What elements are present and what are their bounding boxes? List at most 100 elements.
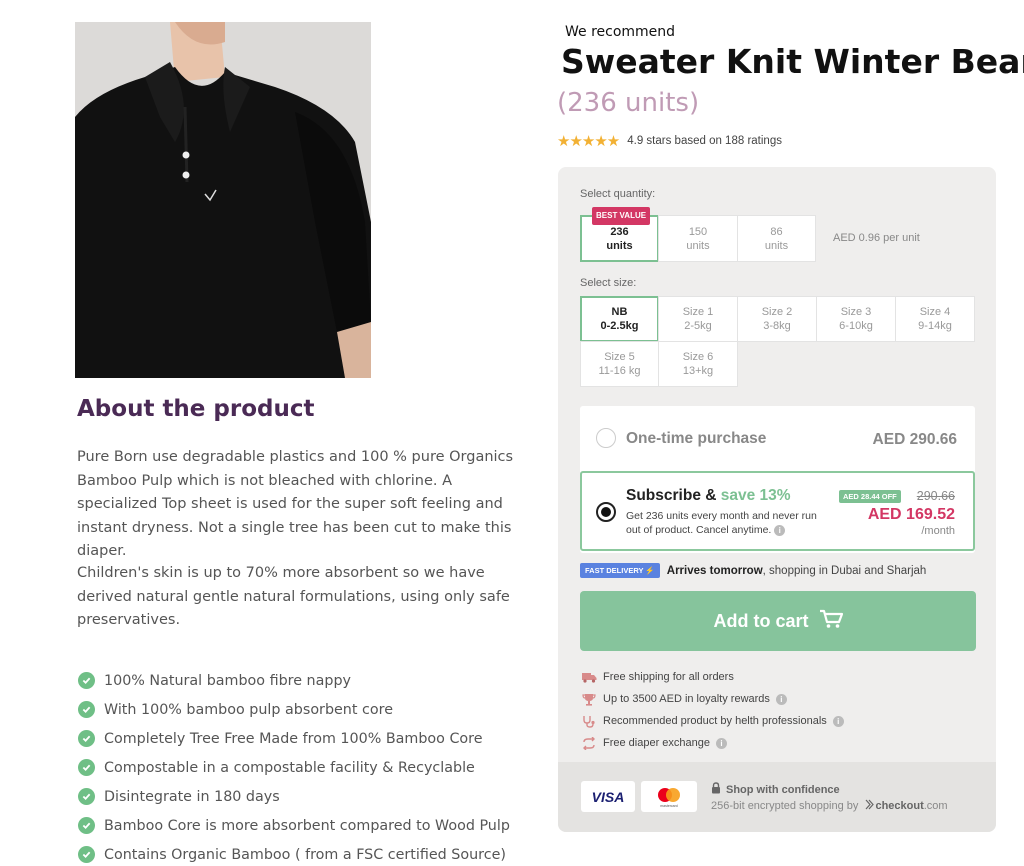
feature-text: Completely Tree Free Made from 100% Bamb… [104,730,483,747]
feature-text: Compostable in a compostable facility & … [104,759,475,776]
size-option-2[interactable]: Size 2 3-8kg [737,296,817,342]
quantity-value: 236 [610,225,629,238]
info-icon[interactable]: i [775,693,787,705]
rating-text: 4.9 stars based on 188 ratings [627,135,782,147]
old-price: 290.66 [916,489,955,503]
size-name: Size 6 [682,351,714,363]
size-name: Size 2 [761,306,793,318]
subscribe-description: Get 236 units every month and never run … [626,509,826,537]
trophy-icon [581,692,597,706]
perk-item: Free shipping for all orders [581,666,844,688]
visa-logo: VISA [581,781,635,812]
check-icon [78,730,95,747]
add-to-cart-button[interactable]: Add to cart [580,591,976,651]
feature-item: Bamboo Core is more absorbent compared t… [78,811,510,840]
subscribe-radio[interactable] [596,502,616,522]
product-title: Sweater Knit Winter Bear [561,42,1024,81]
shop-confidence-title: Shop with confidence [726,783,840,796]
delivery-bold: Arrives tomorrow [666,564,763,577]
size-option-4[interactable]: Size 4 9-14kg [895,296,975,342]
perk-item: Free diaper exchange i [581,732,844,754]
size-option-1[interactable]: Size 1 2-5kg [658,296,738,342]
feature-text: Disintegrate in 180 days [104,788,280,805]
about-title: About the product [77,396,315,422]
size-option-3[interactable]: Size 3 6-10kg [816,296,896,342]
feature-item: Disintegrate in 180 days [78,782,510,811]
size-option-6[interactable]: Size 6 13+kg [658,341,738,387]
size-range: 9-14kg [918,320,952,332]
star-rating-icon: ★★★★★ [557,133,620,150]
checkout-tld: .com [923,800,948,812]
perk-text: Recommended product by helth professiona… [603,715,827,727]
onetime-price: AED 290.66 [872,431,957,448]
subscribe-desc-text: Get 236 units every month and never run … [626,510,817,536]
feature-item: 100% Natural bamboo fibre nappy [78,666,510,695]
size-range: 13+kg [682,365,714,377]
subscribe-save: save 13% [720,487,791,504]
size-option-nb[interactable]: NB 0-2.5kg [580,296,659,342]
check-icon [78,759,95,776]
size-name: Size 4 [919,306,951,318]
check-icon [78,672,95,689]
product-image [75,22,371,378]
checkout-brand: checkout [875,800,924,812]
per-unit-price: AED 0.96 per unit [833,232,920,244]
check-icon [78,817,95,834]
info-icon[interactable]: i [832,715,844,727]
subscribe-label: Subscribe & [626,487,717,504]
subscription-price: AED 169.52 [867,506,955,523]
size-range: 3-8kg [763,320,791,332]
perk-text: Free shipping for all orders [603,671,734,683]
subscribe-option[interactable]: Subscribe & save 13% Get 236 units every… [580,471,975,551]
feature-text: Bamboo Core is more absorbent compared t… [104,817,510,834]
quantity-option-150[interactable]: 150 units [658,215,738,262]
size-range: 2-5kg [684,320,712,332]
feature-text: 100% Natural bamboo fibre nappy [104,672,351,689]
about-paragraph-1: Pure Born use degradable plastics and 10… [77,449,514,559]
quantity-unit: units [764,239,789,252]
feature-list: 100% Natural bamboo fibre nappy With 100… [78,666,510,866]
delivery-info: FAST DELIVERY ⚡ Arrives tomorrow, shoppi… [580,563,926,578]
onetime-radio[interactable] [596,428,616,448]
check-icon [78,788,95,805]
feature-text: With 100% bamboo pulp absorbent core [104,701,393,718]
quantity-option-236[interactable]: BEST VALUE 236 units [580,207,659,262]
subscribe-title: Subscribe & save 13% [626,487,791,505]
checkout-logo-icon [865,799,875,813]
recommend-label: We recommend [565,24,676,40]
mastercard-caption: mastercard [660,804,678,808]
feature-item: Compostable in a compostable facility & … [78,753,510,782]
size-range: 0-2.5kg [600,320,639,332]
perks-list: Free shipping for all orders Up to 3500 … [581,666,844,754]
purchase-card: Select quantity: BEST VALUE 236 units 15… [558,167,996,832]
size-name: Size 1 [682,306,714,318]
quantity-value: 86 [770,225,783,238]
quantity-value: 150 [688,225,708,238]
payment-bar: VISA mastercard Shop with confidence 256… [558,762,996,832]
truck-icon [581,670,597,684]
stethoscope-icon [581,714,597,728]
onetime-label[interactable]: One-time purchase [626,430,766,448]
size-range: 6-10kg [839,320,873,332]
quantity-option-86[interactable]: 86 units [737,215,816,262]
perk-text: Free diaper exchange [603,737,711,749]
feature-item: With 100% bamboo pulp absorbent core [78,695,510,724]
quantity-unit: units [606,239,633,252]
size-range: 11-16 kg [598,365,641,377]
units-subtitle: (236 units) [557,88,700,118]
feature-text: Contains Organic Bamboo ( from a FSC cer… [104,846,506,863]
encrypted-text: 256-bit encrypted shopping by [711,800,859,812]
check-icon [78,701,95,718]
purchase-options: One-time purchase AED 290.66 Subscribe &… [580,406,975,553]
info-icon[interactable]: i [716,737,728,749]
feature-item: Contains Organic Bamboo ( from a FSC cer… [78,840,510,866]
shop-confidence-sub: 256-bit encrypted shopping by checkout.c… [711,799,948,813]
feature-item: Completely Tree Free Made from 100% Bamb… [78,724,510,753]
delivery-rest: , shopping in Dubai and Sharjah [762,564,927,577]
info-icon[interactable]: i [774,524,786,536]
per-month-label: /month [921,525,955,537]
size-option-5[interactable]: Size 5 11-16 kg [580,341,659,387]
add-to-cart-label: Add to cart [713,610,809,631]
fast-delivery-badge: FAST DELIVERY ⚡ [580,563,660,578]
size-name: Size 5 [604,351,635,363]
